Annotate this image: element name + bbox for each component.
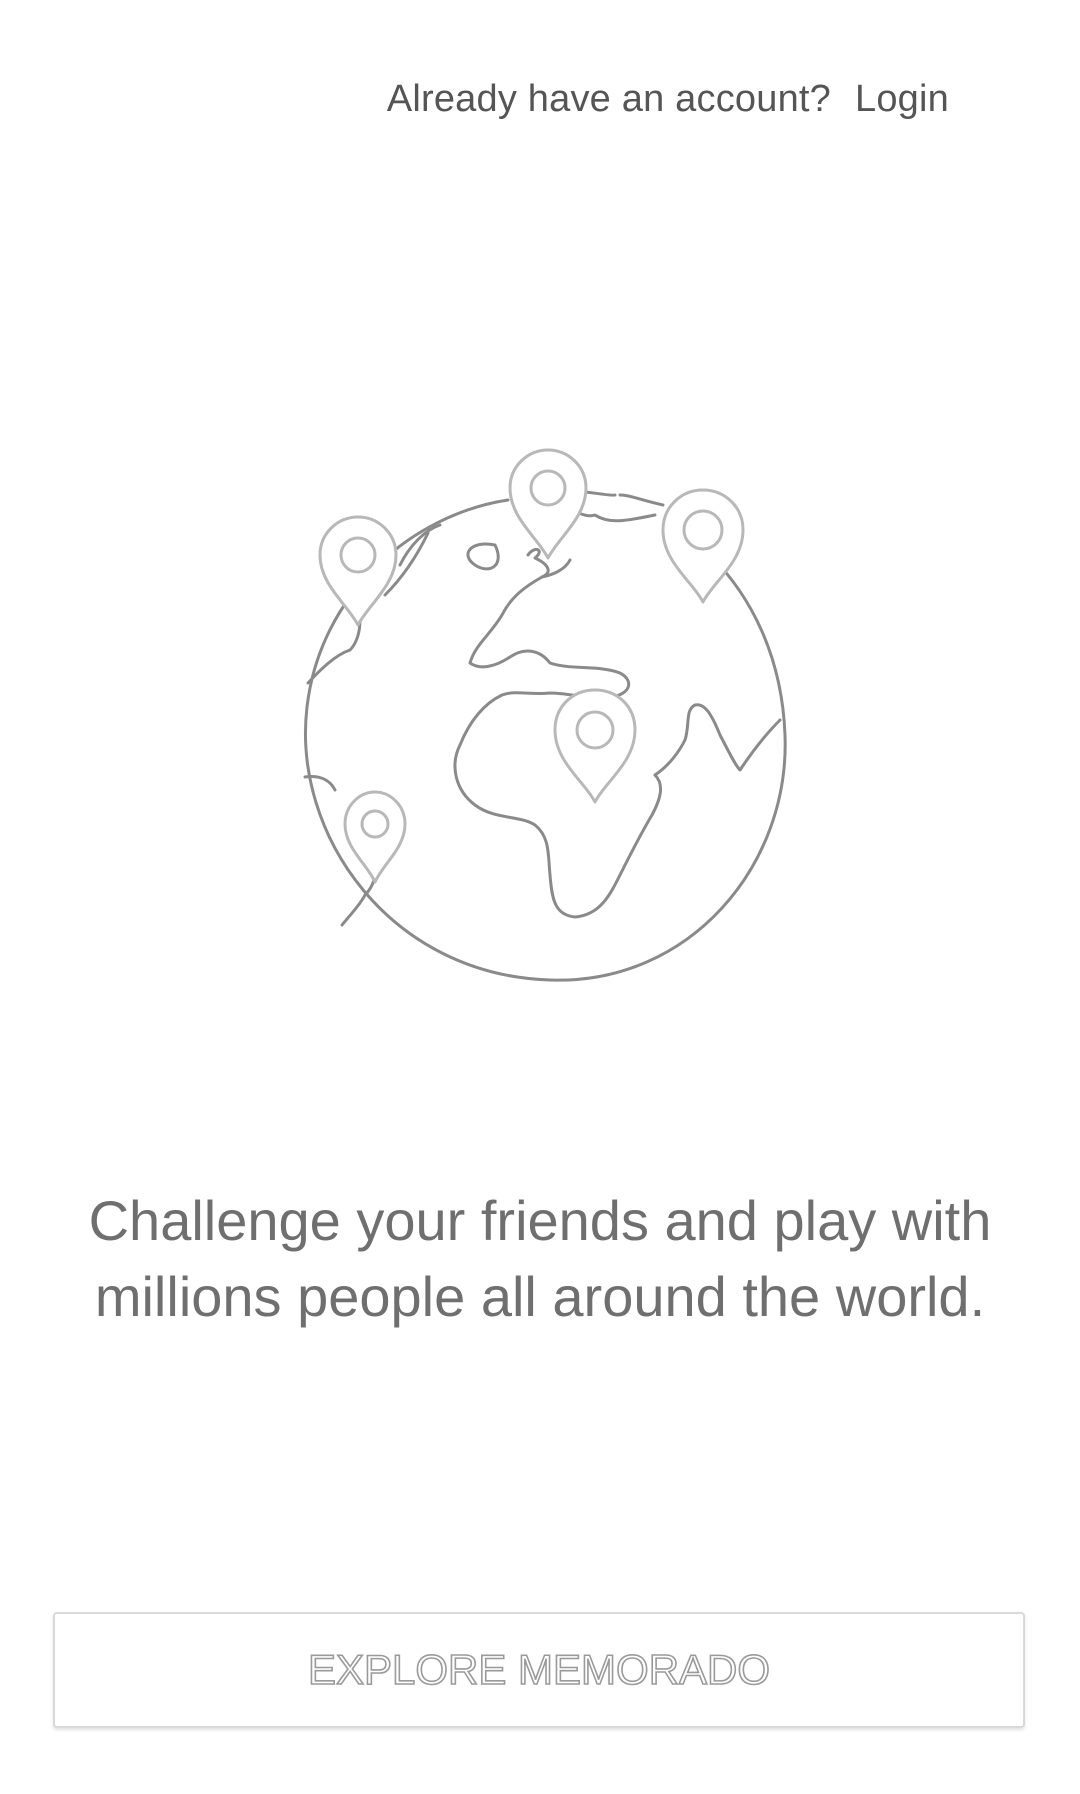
explore-button-label: EXPLORE MEMORADO <box>307 1645 771 1694</box>
globe-with-map-pins-icon <box>303 448 787 982</box>
tagline-line-1: Challenge your friends and play with <box>88 1189 992 1252</box>
continent-asia-south <box>653 703 782 777</box>
login-prompt: Already have an account? Login <box>387 78 949 121</box>
map-pin-bottom-left <box>343 790 407 884</box>
map-pin-center <box>553 688 637 804</box>
explore-memorado-button[interactable]: EXPLORE MEMORADO <box>53 1612 1025 1728</box>
login-link[interactable]: Login <box>855 78 949 121</box>
tagline-line-2: millions people all around the world. <box>94 1265 986 1328</box>
account-question-text: Already have an account? <box>386 78 832 120</box>
map-pin-left <box>318 515 398 627</box>
map-pin-right <box>661 488 745 604</box>
map-pin-top <box>508 448 588 560</box>
tagline: Challenge your friends and play with mil… <box>40 1183 1040 1335</box>
continent-americas <box>306 618 362 685</box>
